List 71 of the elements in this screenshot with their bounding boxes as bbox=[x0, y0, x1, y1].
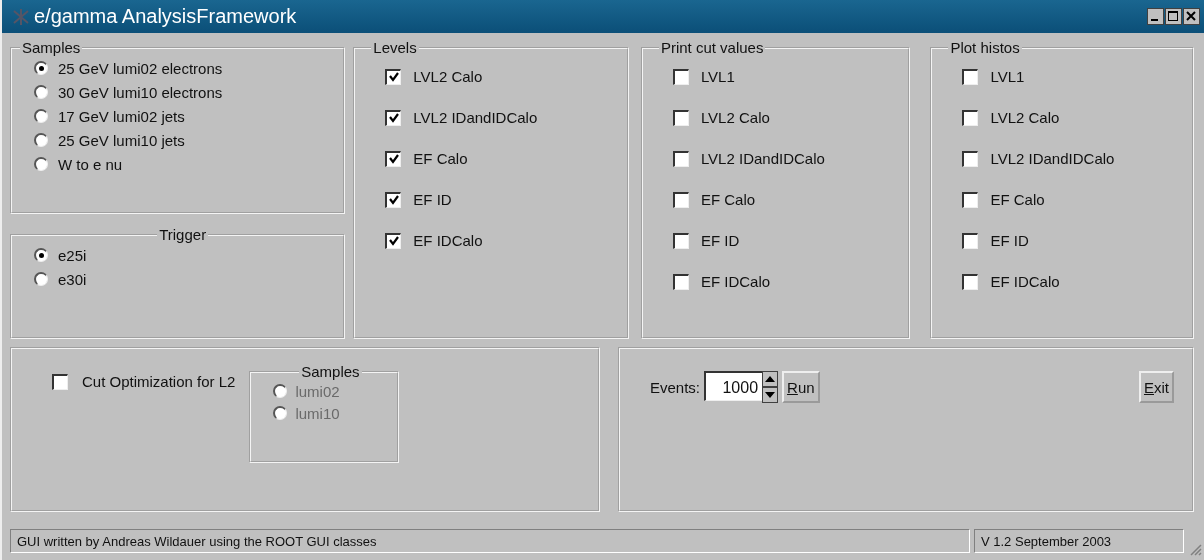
status-text: GUI written by Andreas Wildauer using the ROOT GUI classes bbox=[10, 529, 970, 553]
checkbox[interactable] bbox=[962, 150, 979, 167]
radio-label: 30 GeV lumi10 electrons bbox=[58, 83, 223, 101]
events-field[interactable]: 1000 bbox=[704, 371, 763, 401]
checkbox-label: LVL1 bbox=[990, 68, 1025, 85]
group-title: Levels bbox=[372, 39, 418, 56]
checkbox[interactable] bbox=[672, 68, 689, 85]
checkbox[interactable] bbox=[672, 150, 689, 167]
radio-label: W to e nu bbox=[58, 155, 123, 173]
close-icon[interactable] bbox=[1183, 8, 1200, 25]
checkbox-label: LVL1 bbox=[700, 68, 735, 85]
checkbox-label: EF ID bbox=[990, 232, 1029, 249]
radio-label: e25i bbox=[58, 246, 87, 264]
minimize-icon[interactable] bbox=[1147, 8, 1164, 25]
radio-label: lumi02 bbox=[295, 382, 340, 400]
maximize-icon[interactable] bbox=[1165, 8, 1182, 25]
checkbox-label: EF IDCalo bbox=[700, 273, 771, 290]
exit-button[interactable]: Exit bbox=[1139, 371, 1174, 403]
checkbox-label: LVL2 IDandIDCalo bbox=[413, 109, 538, 126]
radio-button[interactable] bbox=[34, 85, 48, 99]
checkbox[interactable] bbox=[385, 232, 402, 249]
checkbox[interactable] bbox=[672, 232, 689, 249]
radio-button[interactable] bbox=[34, 157, 48, 171]
checkbox-label: EF Calo bbox=[413, 150, 468, 167]
radio-button[interactable] bbox=[34, 133, 48, 147]
app-icon bbox=[12, 7, 30, 26]
radio-label: 25 GeV lumi02 electrons bbox=[58, 59, 223, 77]
checkbox-label: LVL2 IDandIDCalo bbox=[990, 150, 1115, 167]
radio-label: e30i bbox=[58, 270, 87, 288]
status-text: V 1.2 September 2003 bbox=[974, 529, 1184, 553]
radio-button[interactable] bbox=[34, 109, 48, 123]
checkbox[interactable] bbox=[962, 109, 979, 126]
checkbox-label: LVL2 Calo bbox=[990, 109, 1060, 126]
checkbox[interactable] bbox=[385, 68, 402, 85]
radio-button[interactable] bbox=[34, 248, 48, 262]
checkbox[interactable] bbox=[385, 150, 402, 167]
checkbox-label: LVL2 Calo bbox=[413, 68, 483, 85]
spin-arrows-icon[interactable] bbox=[762, 371, 779, 403]
checkbox-label: LVL2 IDandIDCalo bbox=[700, 150, 825, 167]
radio-button[interactable] bbox=[34, 61, 48, 75]
checkbox-label: EF ID bbox=[700, 232, 740, 249]
checkbox[interactable] bbox=[385, 191, 402, 208]
checkbox-label: EF Calo bbox=[990, 191, 1045, 208]
checkbox[interactable] bbox=[962, 191, 979, 208]
checkbox[interactable] bbox=[672, 109, 689, 126]
resize-grip-icon[interactable] bbox=[1188, 542, 1202, 556]
group-title: Samples bbox=[21, 39, 82, 56]
radio-label: lumi10 bbox=[295, 404, 340, 422]
checkbox-label: EF IDCalo bbox=[990, 273, 1060, 290]
checkbox[interactable] bbox=[962, 68, 979, 85]
run-button[interactable]: Run bbox=[782, 371, 820, 403]
radio-label: 17 GeV lumi02 jets bbox=[58, 107, 185, 125]
checkbox-label: EF ID bbox=[413, 191, 452, 208]
group-title: Print cut values bbox=[659, 39, 765, 56]
checkbox[interactable] bbox=[385, 109, 402, 126]
checkbox-label: Cut Optimization for L2 bbox=[82, 373, 236, 390]
checkbox-label: EF IDCalo bbox=[413, 232, 483, 249]
window-title: e/gamma AnalysisFramework bbox=[34, 5, 297, 28]
radio-button[interactable] bbox=[34, 272, 48, 286]
checkbox[interactable] bbox=[962, 232, 979, 249]
checkbox[interactable] bbox=[672, 191, 689, 208]
checkbox[interactable] bbox=[52, 373, 68, 390]
events-label: Events: bbox=[650, 379, 701, 396]
checkbox[interactable] bbox=[962, 273, 979, 290]
checkbox-label: LVL2 Calo bbox=[700, 109, 770, 126]
radio-label: 25 GeV lumi10 jets bbox=[58, 131, 185, 149]
checkbox[interactable] bbox=[672, 273, 689, 290]
group-title: Plot histos bbox=[949, 39, 1021, 56]
checkbox-label: EF Calo bbox=[700, 191, 756, 208]
group-title: Samples bbox=[300, 363, 361, 380]
group-title: Trigger bbox=[158, 226, 208, 243]
